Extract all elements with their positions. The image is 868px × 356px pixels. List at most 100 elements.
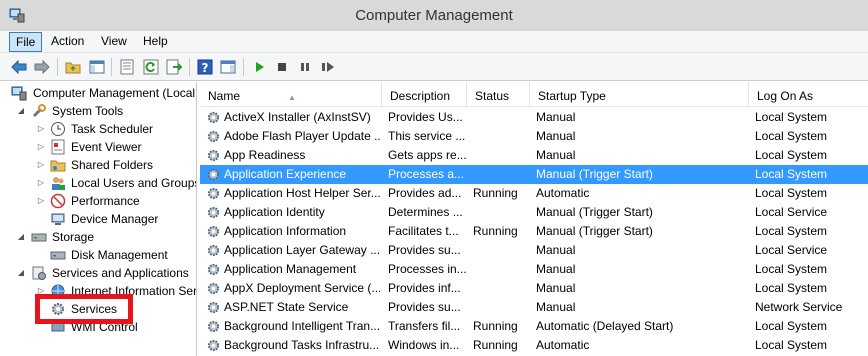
table-row[interactable]: App Readiness Gets apps re... Manual Local … xyxy=(200,146,868,165)
disk-icon xyxy=(50,251,66,260)
service-gear-icon xyxy=(207,301,220,314)
system-tools-icon xyxy=(32,104,46,118)
shared-folder-icon xyxy=(50,160,66,172)
service-gear-icon xyxy=(207,168,220,181)
tree-node-label: System Tools xyxy=(52,104,124,118)
column-header-log-on-as[interactable]: Log On As xyxy=(749,82,868,107)
tree-node-performance[interactable]: ▷ Performance xyxy=(0,192,196,210)
service-startup-type: Automatic (Delayed Start) xyxy=(536,319,674,333)
column-header-name[interactable]: ▲ Name xyxy=(200,82,382,107)
table-row[interactable]: AppX Deployment Service (... Provides inf… xyxy=(200,279,868,298)
up-folder-icon[interactable] xyxy=(64,58,82,76)
service-name: AppX Deployment Service (... xyxy=(224,281,380,295)
show-hide-action-pane-icon[interactable] xyxy=(219,58,237,76)
collapse-arrow-icon[interactable]: ◢ xyxy=(16,102,26,120)
forward-arrow-icon[interactable] xyxy=(33,58,51,76)
back-arrow-icon[interactable] xyxy=(10,58,28,76)
toolbar: ? xyxy=(0,53,868,81)
restart-service-icon[interactable] xyxy=(319,58,337,76)
service-gear-icon xyxy=(207,206,220,219)
pause-service-icon[interactable] xyxy=(296,58,314,76)
column-header-status[interactable]: Status xyxy=(467,82,530,107)
service-name: ASP.NET State Service xyxy=(224,300,349,314)
tree-node-label: Services and Applications xyxy=(52,266,189,280)
service-name: Application Host Helper Ser... xyxy=(224,186,380,200)
table-row[interactable]: Application Experience Processes a... Manu… xyxy=(200,165,868,184)
tree-node-services-and-applications[interactable]: ◢ Services and Applications xyxy=(0,264,196,282)
tree-node-storage[interactable]: ◢ Storage xyxy=(0,228,196,246)
service-description: Determines ... xyxy=(388,205,463,219)
tree-node-event-viewer[interactable]: ▷ Event Viewer xyxy=(0,138,196,156)
stop-service-icon[interactable] xyxy=(273,58,291,76)
list-header: ▲ Name Description Status Startup Type L… xyxy=(200,82,868,107)
table-row[interactable]: Adobe Flash Player Update ... This servic… xyxy=(200,127,868,146)
tree-node-label: Shared Folders xyxy=(71,158,154,172)
expand-arrow-icon[interactable]: ▷ xyxy=(36,174,46,192)
expand-arrow-icon[interactable]: ▷ xyxy=(36,120,46,138)
menu-file[interactable]: File xyxy=(9,32,43,52)
tree-node-shared-folders[interactable]: ▷ Shared Folders xyxy=(0,156,196,174)
expand-arrow-icon[interactable]: ▷ xyxy=(36,156,46,174)
tree-node-label: Computer Management (Local xyxy=(33,86,196,100)
tree-node-system-tools[interactable]: ◢ System Tools xyxy=(0,102,196,120)
table-row[interactable]: ASP.NET State Service Provides su... Manua… xyxy=(200,298,868,317)
column-header-startup-type[interactable]: Startup Type xyxy=(530,82,749,107)
service-gear-icon xyxy=(207,149,220,162)
event-viewer-icon xyxy=(51,139,65,155)
service-description: Facilitates t... xyxy=(388,224,459,238)
table-row[interactable]: Application Management Processes in... Man… xyxy=(200,260,868,279)
service-description: Provides ad... xyxy=(388,186,462,200)
table-row[interactable]: Application Identity Determines ... Manual… xyxy=(200,203,868,222)
service-status: Running xyxy=(473,338,518,352)
show-hide-tree-icon[interactable] xyxy=(88,58,106,76)
collapse-arrow-icon[interactable]: ◢ xyxy=(16,264,26,282)
table-row[interactable]: Application Layer Gateway ... Provides su… xyxy=(200,241,868,260)
start-service-icon[interactable] xyxy=(250,58,268,76)
tree-node-computer-management[interactable]: Computer Management (Local xyxy=(0,84,196,102)
navigation-tree: Computer Management (Local ◢ System Tool… xyxy=(0,82,197,356)
svg-text:?: ? xyxy=(202,61,209,75)
menu-action[interactable]: Action xyxy=(45,32,90,52)
menu-view[interactable]: View xyxy=(95,32,133,52)
table-row[interactable]: Application Host Helper Ser... Provides a… xyxy=(200,184,868,203)
refresh-icon[interactable] xyxy=(142,58,160,76)
clock-icon xyxy=(51,122,65,136)
title-bar: Computer Management xyxy=(0,0,868,31)
highlight-box xyxy=(35,294,133,324)
table-row[interactable]: ActiveX Installer (AxInstSV) Provides Us.… xyxy=(200,108,868,127)
collapse-arrow-icon[interactable]: ◢ xyxy=(16,228,26,246)
service-log-on-as: Local System xyxy=(755,186,828,200)
service-description: Provides su... xyxy=(388,243,461,257)
service-log-on-as: Local System xyxy=(755,319,828,333)
service-gear-icon xyxy=(207,339,220,352)
service-gear-icon xyxy=(207,187,220,200)
table-row[interactable]: Background Tasks Infrastru... Windows in.… xyxy=(200,336,868,355)
service-description: Gets apps re... xyxy=(388,148,466,162)
service-startup-type: Manual (Trigger Start) xyxy=(536,224,653,238)
tree-node-task-scheduler[interactable]: ▷ Task Scheduler xyxy=(0,120,196,138)
users-icon xyxy=(52,177,65,190)
tree-node-local-users-and-groups[interactable]: ▷ Local Users and Groups xyxy=(0,174,197,192)
table-row[interactable]: Application Information Facilitates t... R… xyxy=(200,222,868,241)
service-startup-type: Manual (Trigger Start) xyxy=(536,167,653,181)
toolbar-separator xyxy=(189,58,190,76)
properties-icon[interactable] xyxy=(118,58,136,76)
service-log-on-as: Local System xyxy=(755,129,828,143)
tree-node-label: Local Users and Groups xyxy=(71,176,197,190)
tree-node-label: Device Manager xyxy=(71,212,159,226)
column-header-description[interactable]: Description xyxy=(382,82,467,107)
menu-help[interactable]: Help xyxy=(137,32,174,52)
service-status: Running xyxy=(473,224,518,238)
expand-arrow-icon[interactable]: ▷ xyxy=(36,138,46,156)
service-gear-icon xyxy=(207,263,220,276)
service-description: Provides su... xyxy=(388,300,461,314)
help-icon[interactable]: ? xyxy=(196,58,214,76)
expand-arrow-icon[interactable]: ▷ xyxy=(36,192,46,210)
service-status: Running xyxy=(473,319,518,333)
service-log-on-as: Local System xyxy=(755,281,828,295)
tree-node-disk-management[interactable]: Disk Management xyxy=(0,246,196,264)
export-list-icon[interactable] xyxy=(165,58,183,76)
tree-node-label: Performance xyxy=(71,194,140,208)
tree-node-device-manager[interactable]: Device Manager xyxy=(0,210,196,228)
table-row[interactable]: Background Intelligent Tran... Transfers … xyxy=(200,317,868,336)
